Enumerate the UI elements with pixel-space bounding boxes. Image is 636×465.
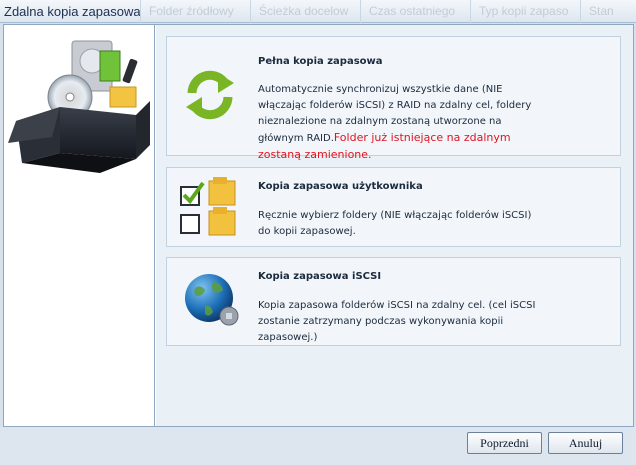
option-title: Pełna kopia zapasowa xyxy=(258,56,383,67)
backup-box-icon xyxy=(8,40,150,173)
globe-network-icon xyxy=(185,274,239,326)
option-description: Kopia zapasowa folderów iSCSI na zdalny … xyxy=(258,300,536,343)
cancel-button[interactable]: Anuluj xyxy=(548,432,623,454)
wizard-frame: Pełna kopia zapasowa Automatycznie synch… xyxy=(3,24,634,427)
option-description: Ręcznie wybierz foldery (NIE włączając f… xyxy=(258,210,532,237)
sync-arrows-icon xyxy=(186,70,234,120)
ghost-column-header: Stan xyxy=(580,0,636,23)
option-title: Kopia zapasowa użytkownika xyxy=(258,181,423,192)
title-bar: Zdalna kopia zapasowa Folder źródłowy Śc… xyxy=(0,0,636,23)
previous-button[interactable]: Poprzedni xyxy=(467,432,542,454)
ghost-column-header: Czas ostatniego xyxy=(360,0,470,23)
background-column-headers: Folder źródłowy Ścieżka docelow Czas ost… xyxy=(140,0,636,23)
ghost-column-header: Ścieżka docelow xyxy=(250,0,360,23)
user-backup-option[interactable]: Kopia zapasowa użytkownika Ręcznie wybie… xyxy=(166,167,621,247)
backup-type-options: Pełna kopia zapasowa Automatycznie synch… xyxy=(156,25,633,426)
option-title: Kopia zapasowa iSCSI xyxy=(258,271,382,282)
option-description: Automatycznie synchronizuj wszystkie dan… xyxy=(258,82,543,164)
ghost-column-header: Folder źródłowy xyxy=(140,0,250,23)
window-title: Zdalna kopia zapasowa xyxy=(4,4,141,19)
iscsi-backup-option[interactable]: Kopia zapasowa iSCSI Kopia zapasowa fold… xyxy=(166,257,621,346)
wizard-button-bar: Poprzedni Anuluj xyxy=(0,427,636,465)
folder-checkbox-icon xyxy=(180,177,236,236)
full-backup-option[interactable]: Pełna kopia zapasowa Automatycznie synch… xyxy=(166,36,621,161)
ghost-column-header: Typ kopii zapaso xyxy=(470,0,580,23)
wizard-illustration-panel xyxy=(4,25,155,426)
